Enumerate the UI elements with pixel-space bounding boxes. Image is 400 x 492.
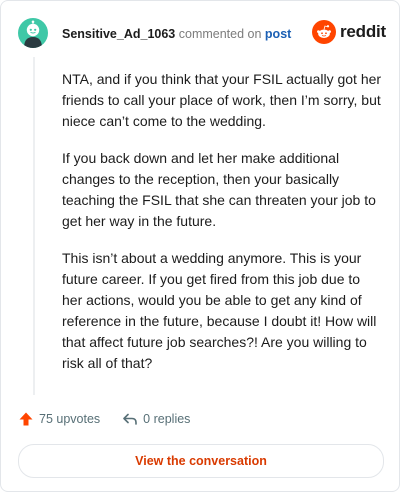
upvote-button[interactable]: 75 upvotes	[18, 411, 100, 427]
commented-on-text: commented on	[178, 27, 262, 41]
comment-body: NTA, and if you think that your FSIL act…	[62, 69, 384, 390]
upvote-arrow-icon	[18, 411, 34, 427]
avatar[interactable]	[18, 18, 48, 48]
comment-header: Sensitive_Ad_1063 commented on post	[62, 26, 291, 42]
replies-button[interactable]: 0 replies	[122, 411, 190, 427]
comment-actions: 75 upvotes 0 replies	[18, 411, 190, 427]
author-name[interactable]: Sensitive_Ad_1063	[62, 27, 175, 41]
snoo-avatar-icon	[24, 20, 42, 48]
comment-paragraph: If you back down and let her make additi…	[62, 150, 376, 229]
view-conversation-button[interactable]: View the conversation	[18, 444, 384, 478]
reddit-logo[interactable]: reddit	[312, 20, 386, 44]
reddit-snoo-icon	[312, 20, 336, 44]
reddit-wordmark: reddit	[340, 22, 387, 41]
comment-paragraph: This isn’t about a wedding anymore. This…	[62, 250, 377, 371]
reply-arrow-icon	[122, 411, 138, 427]
reply-count: 0 replies	[143, 412, 191, 426]
comment-paragraph: NTA, and if you think that your FSIL act…	[62, 71, 382, 129]
post-link[interactable]: post	[265, 27, 291, 41]
comment-card: Sensitive_Ad_1063 commented on post redd…	[0, 0, 400, 492]
thread-line[interactable]	[33, 57, 35, 395]
upvote-count: 75 upvotes	[39, 412, 101, 426]
